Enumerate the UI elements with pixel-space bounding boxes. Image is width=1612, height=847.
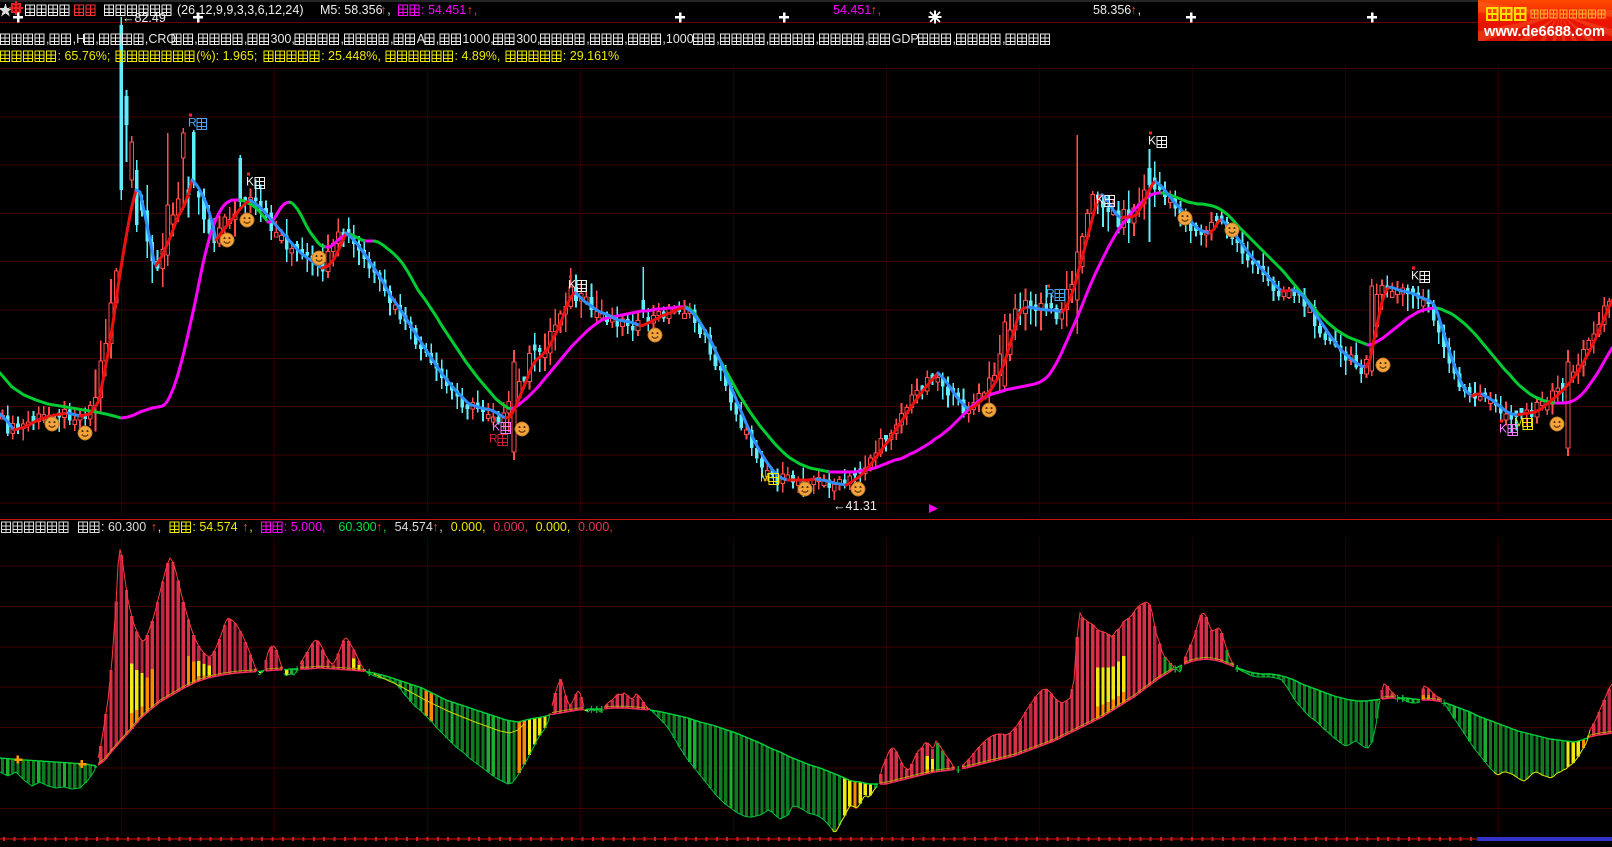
- svg-text:,: ,: [1002, 32, 1005, 46]
- svg-text:R: R: [1046, 287, 1055, 301]
- svg-text:: 65.76%;: : 65.76%;: [58, 49, 111, 63]
- svg-text:300,: 300,: [271, 32, 295, 46]
- svg-text:: 54.574: : 54.574: [192, 520, 237, 534]
- svg-text:K: K: [1096, 193, 1104, 207]
- svg-text:K: K: [1499, 422, 1507, 436]
- svg-text:,: ,: [586, 32, 589, 46]
- svg-text:,: ,: [383, 520, 386, 534]
- svg-text:58.356: 58.356: [1093, 3, 1131, 17]
- svg-text:300,: 300,: [516, 32, 540, 46]
- svg-text:,: ,: [46, 32, 49, 46]
- svg-text:: 5.000,: : 5.000,: [284, 520, 326, 534]
- svg-text:↑: ↑: [871, 3, 877, 17]
- svg-text:↑: ↑: [151, 520, 157, 534]
- svg-text:: 60.300: : 60.300: [101, 520, 146, 534]
- svg-text:R: R: [489, 432, 498, 446]
- svg-text:GDP,: GDP,: [892, 32, 921, 46]
- svg-text:,: ,: [766, 32, 769, 46]
- svg-text:0.000,: 0.000,: [578, 520, 613, 534]
- svg-text:,: ,: [815, 32, 818, 46]
- svg-text:0.000,: 0.000,: [451, 520, 486, 534]
- svg-text:↑: ↑: [242, 520, 248, 534]
- svg-text:K: K: [568, 278, 576, 292]
- svg-text:: 4.89%,: : 4.89%,: [455, 49, 501, 63]
- svg-text:↑: ↑: [1131, 3, 1137, 17]
- svg-text:: 54.451: : 54.451: [421, 3, 466, 17]
- svg-text:K: K: [1411, 269, 1419, 283]
- svg-text:,: ,: [953, 32, 956, 46]
- svg-text:,: ,: [878, 3, 881, 17]
- svg-text:0.000,: 0.000,: [536, 520, 571, 534]
- svg-text:,: ,: [244, 32, 247, 46]
- svg-text:←82.49: ←82.49: [122, 11, 166, 25]
- svg-text:,: ,: [436, 32, 439, 46]
- svg-text:,H: ,H: [73, 32, 86, 46]
- svg-text:www.de6688.com: www.de6688.com: [1483, 24, 1605, 40]
- svg-text:54.451: 54.451: [833, 3, 871, 17]
- svg-text:,1000: ,1000: [662, 32, 693, 46]
- svg-text:↑: ↑: [376, 520, 382, 534]
- svg-text:,: ,: [341, 32, 344, 46]
- svg-text:,: ,: [474, 3, 477, 17]
- svg-text:,: ,: [95, 32, 98, 46]
- svg-text:60.300: 60.300: [338, 520, 376, 534]
- svg-text:: 29.161%: : 29.161%: [563, 49, 619, 63]
- svg-text:↑: ↑: [467, 3, 473, 17]
- svg-text:,: ,: [716, 32, 719, 46]
- svg-text:K: K: [1148, 134, 1156, 148]
- svg-text:M: M: [760, 471, 770, 485]
- svg-text:↑: ↑: [380, 3, 386, 17]
- svg-text:0.000,: 0.000,: [493, 520, 528, 534]
- svg-text:←41.31: ←41.31: [833, 499, 877, 513]
- svg-text:,: ,: [439, 520, 442, 534]
- svg-text:↑: ↑: [432, 520, 438, 534]
- svg-text:: 25.448%,: : 25.448%,: [321, 49, 381, 63]
- svg-text:,: ,: [194, 32, 197, 46]
- svg-text:,: ,: [249, 520, 252, 534]
- svg-text:K: K: [246, 175, 254, 189]
- svg-text:,: ,: [1138, 3, 1141, 17]
- svg-text:,: ,: [387, 3, 390, 17]
- svg-text:,: ,: [390, 32, 393, 46]
- svg-text:(26,12,9,9,3,3,6,12,24): (26,12,9,9,3,3,6,12,24): [177, 3, 303, 17]
- svg-text:,: ,: [158, 520, 161, 534]
- svg-text:1000,: 1000,: [462, 32, 493, 46]
- svg-text:54.574: 54.574: [395, 520, 433, 534]
- svg-text:,: ,: [624, 32, 627, 46]
- svg-text:M: M: [1514, 416, 1524, 430]
- svg-text:,: ,: [865, 32, 868, 46]
- svg-text:(%): 1.965;: (%): 1.965;: [196, 49, 257, 63]
- svg-text:M5: 58.356: M5: 58.356: [320, 3, 383, 17]
- svg-text:R: R: [188, 116, 197, 130]
